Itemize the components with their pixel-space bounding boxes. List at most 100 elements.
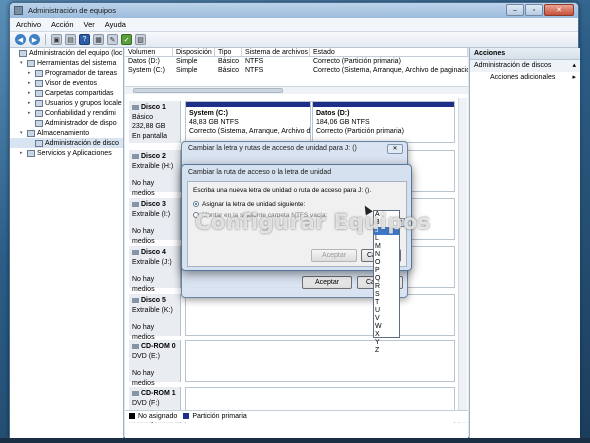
dialog-close-button[interactable]: ✕ [387, 144, 403, 154]
disk-partition-area[interactable] [185, 294, 455, 336]
expand-arrow-icon[interactable]: ▸ [28, 80, 35, 86]
menu-ayuda[interactable]: Ayuda [105, 20, 126, 29]
volume-list-hscrollbar[interactable] [125, 86, 468, 94]
partition-title: System (C:) [189, 110, 228, 117]
disk-label[interactable]: CD-ROM 0 DVD (E:) No hay medios [129, 340, 181, 387]
tree-item[interactable]: ▸ Visor de eventos [10, 78, 123, 88]
drive-letter-option[interactable]: U [374, 307, 399, 315]
tree-item[interactable]: ▸ Usuarios y grupos locale [10, 98, 123, 108]
menu-accion[interactable]: Acción [51, 20, 74, 29]
disk-label[interactable]: Disco 3 Extraíble (I:) No hay medios [129, 198, 181, 245]
col-sistema-archivos[interactable]: Sistema de archivos [242, 48, 310, 56]
drive-letter-option[interactable]: L [374, 235, 399, 243]
forward-icon[interactable]: ▶ [29, 34, 40, 45]
tree-node-icon [35, 119, 43, 127]
view-icon[interactable]: ▧ [135, 34, 146, 45]
expand-arrow-icon[interactable]: ▸ [28, 100, 35, 106]
tree-item[interactable]: Administrador de dispo [10, 118, 123, 128]
expand-arrow-icon[interactable]: ▸ [28, 110, 35, 116]
drive-letter-option[interactable]: R [374, 283, 399, 291]
show-tree-icon[interactable]: ▤ [65, 34, 76, 45]
drive-letter-option[interactable]: Y [374, 339, 399, 347]
title-bar[interactable]: Administración de equipos – ▫ ✕ [10, 3, 578, 18]
drive-letter-option[interactable]: P [374, 267, 399, 275]
drive-letter-option[interactable]: O [374, 259, 399, 267]
disk-label[interactable]: Disco 1 Básico 232,88 GB En pantalla [129, 101, 181, 143]
window-title: Administración de equipos [28, 6, 116, 15]
drive-letter-option[interactable]: B [374, 219, 399, 227]
legend-label-unassigned: No asignado [138, 413, 178, 420]
mount-folder-option[interactable]: Montar en la siguiente carpeta NTFS vací… [193, 212, 401, 222]
legend-unassigned: No asignado [129, 413, 177, 420]
close-button[interactable]: ✕ [544, 4, 574, 16]
drive-letter-option[interactable]: Z [374, 347, 399, 355]
tree-item[interactable]: ▸ Carpetas compartidas [10, 88, 123, 98]
drive-letter-option[interactable]: X [374, 331, 399, 339]
expand-arrow-icon[interactable]: ▾ [20, 130, 27, 136]
drive-letter-option[interactable]: W [374, 323, 399, 331]
maximize-button[interactable]: ▫ [525, 4, 543, 16]
minimize-button[interactable]: – [506, 4, 524, 16]
volume-row[interactable]: Datos (D:) Simple Básico NTFS Correcto (Part… [125, 57, 468, 66]
partition-c[interactable]: System (C:) 48,83 GB NTFS Correcto (Sistem… [185, 101, 311, 143]
tree-item[interactable]: Administración de disco [10, 138, 123, 148]
expand-arrow-icon[interactable]: ▸ [20, 150, 27, 156]
tree-item[interactable]: Administración del equipo (loc [10, 48, 123, 58]
col-volumen[interactable]: Volumen [125, 48, 173, 56]
drive-letter-option[interactable]: J [374, 227, 399, 235]
disk-label[interactable]: Disco 2 Extraíble (H:) No hay medios [129, 150, 181, 197]
drive-letter-option[interactable]: Q [374, 275, 399, 283]
menu-archivo[interactable]: Archivo [16, 20, 41, 29]
export-icon[interactable]: ✎ [107, 34, 118, 45]
tree-item[interactable]: ▾ Herramientas del sistema [10, 58, 123, 68]
volume-row[interactable]: System (C:) Simple Básico NTFS Correcto (Sis… [125, 66, 468, 75]
disk-icon [132, 297, 139, 303]
front-ok-button[interactable]: Aceptar [311, 249, 357, 262]
disk-view-scrollbar[interactable] [458, 98, 467, 423]
tree-node-icon [35, 139, 43, 147]
tree-item[interactable]: ▸ Confiabilidad y rendimi [10, 108, 123, 118]
tree-item[interactable]: ▾ Almacenamiento [10, 128, 123, 138]
check-icon[interactable]: ✓ [121, 34, 132, 45]
more-actions-item[interactable]: Acciones adicionales ▸ [470, 72, 580, 84]
menu-ver[interactable]: Ver [84, 20, 95, 29]
drive-letter-option[interactable]: S [374, 291, 399, 299]
taskbar [0, 438, 590, 443]
expand-arrow-icon[interactable]: ▸ [28, 70, 35, 76]
tree-node-icon [35, 69, 43, 77]
disk-info-l3: En pantalla [132, 132, 168, 140]
disk-label[interactable]: Disco 4 Extraíble (J:) No hay medios [129, 246, 181, 293]
back-icon[interactable]: ◀ [15, 34, 26, 45]
help-icon[interactable]: ? [79, 34, 90, 45]
tree-item-label: Usuarios y grupos locale [45, 99, 122, 107]
disk-partition-area[interactable] [185, 340, 455, 382]
mount-folder-radio[interactable] [193, 212, 199, 219]
col-tipo[interactable]: Tipo [215, 48, 242, 56]
actions-section[interactable]: Administración de discos ▴ [470, 60, 580, 72]
tree-node-icon [35, 109, 43, 117]
tree-item[interactable]: ▸ Programador de tareas [10, 68, 123, 78]
drive-letter-option[interactable]: N [374, 251, 399, 259]
expand-arrow-icon[interactable]: ▸ [28, 90, 35, 96]
volume-cell-disp: Simple [176, 58, 198, 65]
tree-item[interactable]: ▸ Servicios y Aplicaciones [10, 148, 123, 158]
drive-letter-option[interactable]: M [374, 243, 399, 251]
volume-cell-disp: Simple [176, 67, 198, 74]
up-folder-icon[interactable]: ▣ [51, 34, 62, 45]
col-disposicion[interactable]: Disposición [173, 48, 215, 56]
expand-arrow-icon[interactable]: ▾ [20, 60, 27, 66]
back-ok-button[interactable]: Aceptar [302, 276, 352, 289]
mount-folder-label: Montar en la siguiente carpeta NTFS vací… [202, 212, 328, 219]
drive-letter-option[interactable]: A [374, 211, 399, 219]
col-estado[interactable]: Estado [310, 48, 468, 56]
disk-label[interactable]: Disco 5 Extraíble (K:) No hay medios [129, 294, 181, 341]
drive-letter-option[interactable]: V [374, 315, 399, 323]
disk-info-l3: No hay medios [132, 276, 155, 293]
drive-letter-option[interactable]: T [374, 299, 399, 307]
partition-body: System (C:) 48,83 GB NTFS Correcto (Sistem… [186, 107, 310, 138]
hscroll-thumb[interactable] [133, 88, 283, 93]
partition-d[interactable]: Datos (D:) 184,06 GB NTFS Correcto (Partic… [312, 101, 455, 143]
properties-icon[interactable]: ▦ [93, 34, 104, 45]
volume-cell-vol: System (C:) [128, 67, 165, 74]
assign-letter-radio[interactable] [193, 201, 199, 208]
